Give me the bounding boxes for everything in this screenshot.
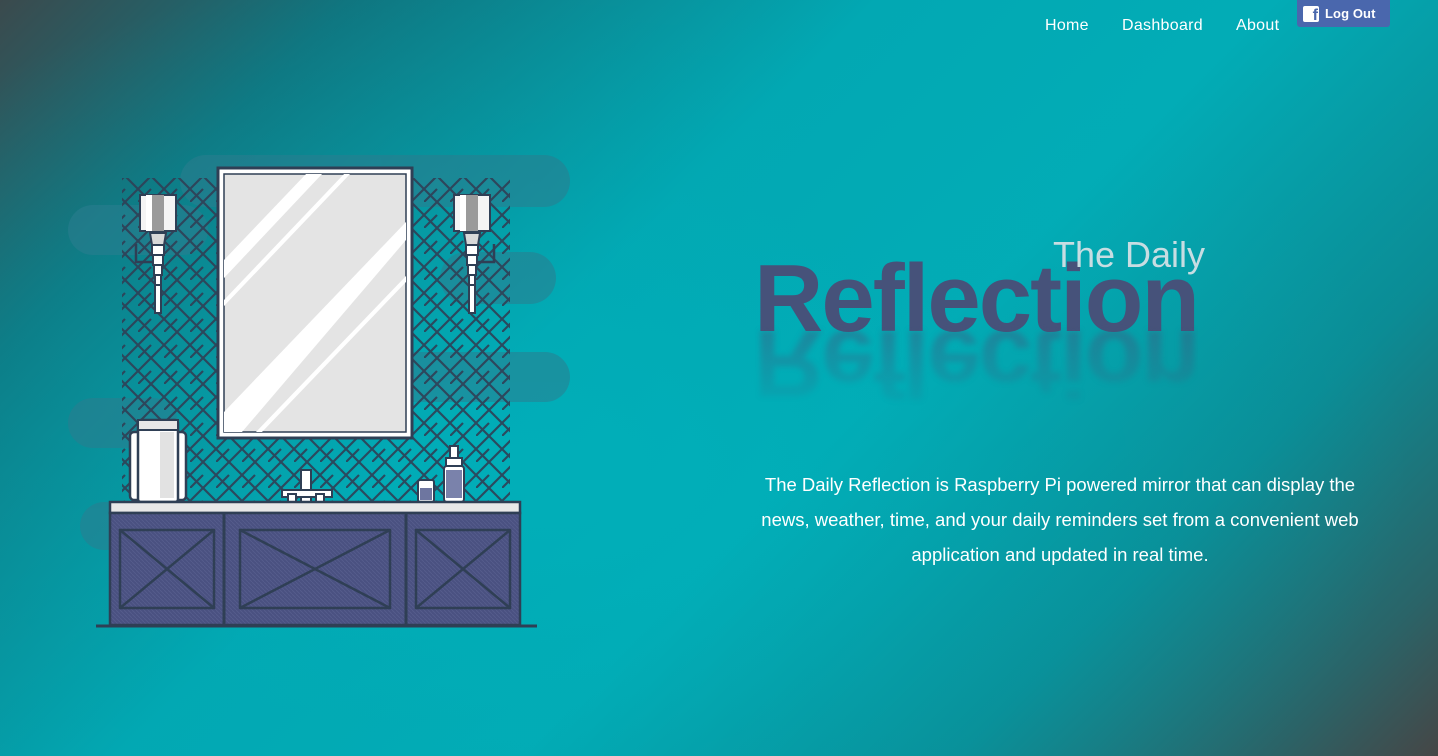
title-the-daily: The Daily xyxy=(1053,234,1206,275)
towel xyxy=(128,418,188,504)
bathroom-vanity-mirror-illustration xyxy=(68,155,570,628)
nav-dashboard-link[interactable]: Dashboard xyxy=(1122,17,1203,35)
jar xyxy=(417,479,435,503)
hero-description: The Daily Reflection is Raspberry Pi pow… xyxy=(761,473,1359,565)
hero-section: Reflection Reflection The Daily The Dail… xyxy=(740,220,1380,565)
nav-about-link[interactable]: About xyxy=(1236,17,1279,35)
logout-label: Log Out xyxy=(1325,6,1376,21)
top-nav: Home Dashboard About f Log Out xyxy=(0,0,1438,52)
mirror xyxy=(216,166,414,440)
bathroom-vanity-illustration xyxy=(60,150,580,640)
nav-home-link[interactable]: Home xyxy=(1045,17,1089,35)
facebook-icon: f xyxy=(1303,5,1319,23)
facebook-logout-button[interactable]: f Log Out xyxy=(1297,0,1390,27)
vanity-cabinet xyxy=(108,511,522,627)
